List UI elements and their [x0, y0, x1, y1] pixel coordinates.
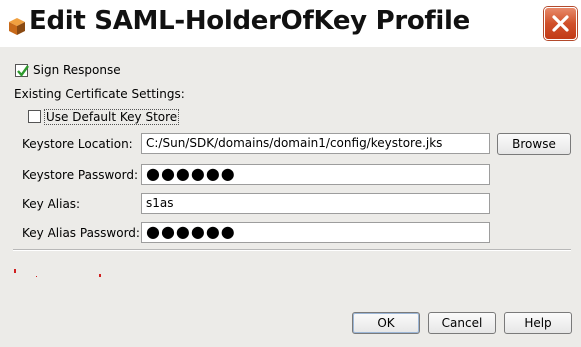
edit-profile-dialog: Edit SAML-HolderOfKey Profile Sign Respo…: [0, 0, 581, 347]
title-bar[interactable]: Edit SAML-HolderOfKey Profile: [0, 0, 581, 47]
separator: [13, 249, 571, 251]
key-alias-label: Key Alias:: [22, 197, 81, 211]
checkmark-icon: [17, 65, 29, 77]
error-mark: [36, 276, 37, 277]
window-title: Edit SAML-HolderOfKey Profile: [29, 6, 470, 36]
error-mark: [99, 274, 101, 277]
use-default-keystore-checkbox[interactable]: [28, 110, 41, 123]
sign-response-label[interactable]: Sign Response: [33, 63, 121, 77]
ok-button[interactable]: OK: [352, 312, 420, 334]
keystore-location-label: Keystore Location:: [22, 137, 133, 151]
key-alias-input[interactable]: s1as: [141, 193, 490, 214]
help-button[interactable]: Help: [504, 312, 572, 334]
existing-cert-heading: Existing Certificate Settings:: [14, 87, 185, 101]
use-default-keystore-label[interactable]: Use Default Key Store: [44, 109, 180, 125]
app-icon: [7, 14, 29, 36]
keystore-location-input[interactable]: C:/Sun/SDK/domains/domain1/config/keysto…: [141, 133, 490, 154]
dialog-body: Sign Response Existing Certificate Setti…: [0, 47, 581, 347]
key-alias-password-input[interactable]: ●●●●●●: [141, 222, 490, 243]
close-button[interactable]: [544, 7, 577, 40]
sign-response-checkbox[interactable]: [15, 64, 29, 77]
error-mark: [14, 269, 16, 273]
browse-button[interactable]: Browse: [497, 133, 571, 155]
keystore-password-input[interactable]: ●●●●●●: [141, 164, 490, 185]
close-icon: [552, 15, 569, 32]
key-alias-password-label: Key Alias Password:: [22, 226, 140, 240]
keystore-password-label: Keystore Password:: [22, 168, 139, 182]
cancel-button[interactable]: Cancel: [428, 312, 496, 334]
